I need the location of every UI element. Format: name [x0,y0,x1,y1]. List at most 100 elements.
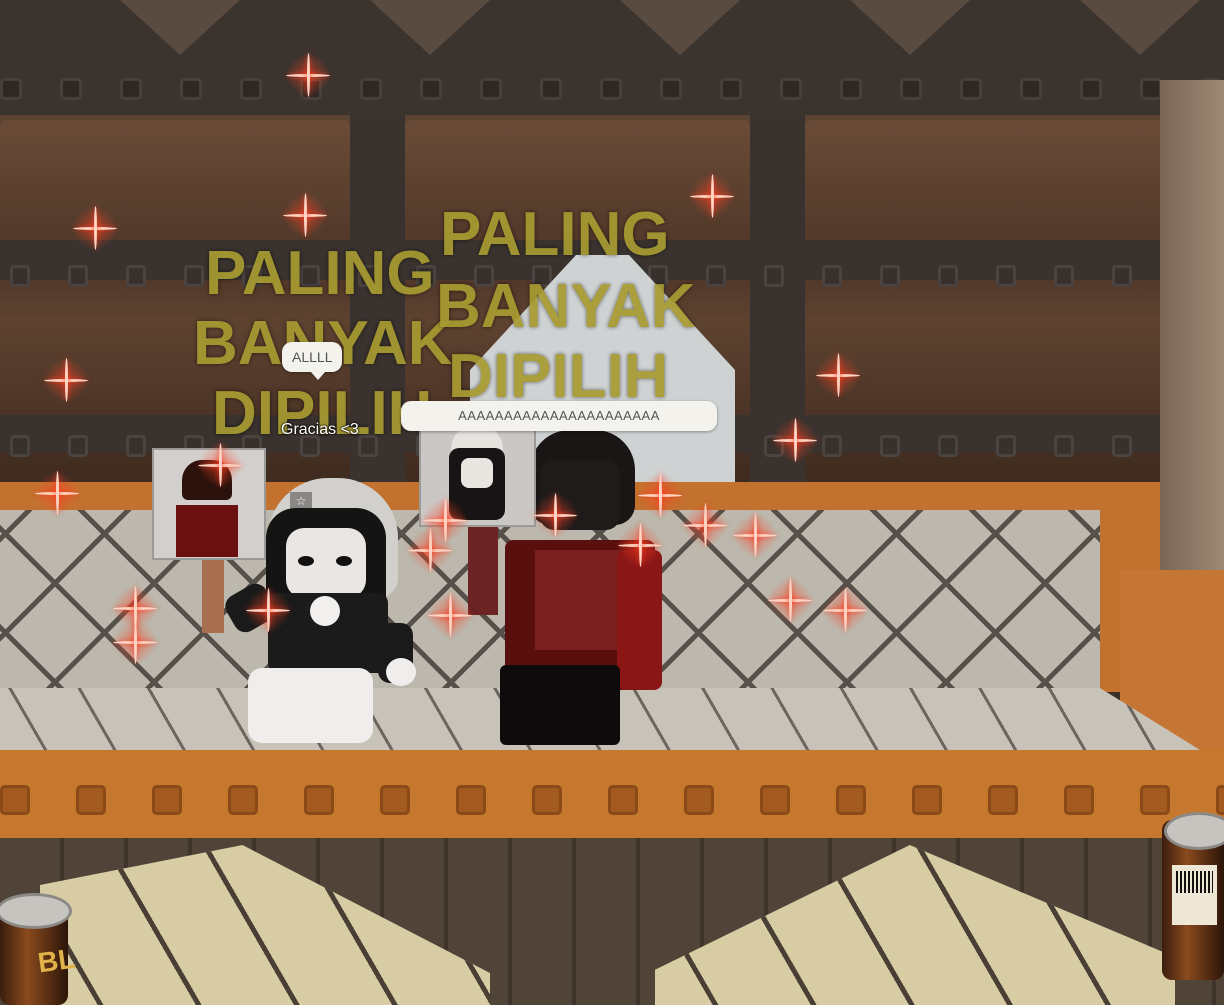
ceiling-stud [120,78,142,100]
billboard-right-line1: PALING [440,200,670,269]
sofa-hole [760,785,790,815]
sofa-hole [304,785,334,815]
wall-stud [68,265,88,287]
ceiling-stud [840,78,862,100]
sofa-hole [152,785,182,815]
ceiling-stud [360,78,382,100]
sparkle-icon [638,473,682,517]
wall-stud [764,265,784,287]
wall-stud [184,265,204,287]
ceiling-stud [0,78,22,100]
face [286,528,366,598]
wall-stud [706,265,726,287]
sparkle-icon [733,513,777,557]
chat-bubble-tail [311,372,325,380]
wall-stud [996,435,1016,457]
game-viewport[interactable]: PALING BANYAK DIPILIH PALING BANYAK DIPI… [0,0,1224,1005]
wall-stud [938,435,958,457]
eye-left [298,556,314,566]
wall-stud [822,435,842,457]
sofa-hole [1216,785,1224,815]
wall-stud [126,265,146,287]
sofa-hole [456,785,486,815]
chat-bubble-right-text: AAAAAAAAAAAAAAAAAAAAAA [458,408,660,423]
wall-stud [880,265,900,287]
ceiling-stud [60,78,82,100]
ceiling-stud [240,78,262,100]
ceiling-stud [1080,78,1102,100]
sparkle-icon [823,588,867,632]
ceiling-stud [540,78,562,100]
ceiling-pyramid [370,0,490,55]
ceiling-stud [480,78,502,100]
sparkle-icon [246,588,290,632]
collar [310,596,340,626]
ceiling-stud [600,78,622,100]
wall-stud [996,265,1016,287]
can-label: BL [35,942,78,979]
barcode-icon [1176,871,1213,893]
sparkle-icon [35,471,79,515]
sparkle-icon [283,193,327,237]
sparkle-icon [198,443,242,487]
wall-stud [880,435,900,457]
sofa-hole [1064,785,1094,815]
wall-stud [68,435,88,457]
sparkle-icon [768,578,812,622]
sofa-hole [1140,785,1170,815]
billboard-left-line1: PALING [205,239,435,308]
wall-stud [10,265,30,287]
ceiling-stud [420,78,442,100]
billboard-right-line3: DIPILIH [448,342,669,411]
ceiling-stud [1020,78,1042,100]
sofa-hole [532,785,562,815]
chat-bubble-left-text: ALLLL [292,349,333,365]
sofa-hole [988,785,1018,815]
chat-bubble-left: ALLLL [282,342,343,372]
sofa-hole [228,785,258,815]
sparkle-icon [618,523,662,567]
sofa-hole [684,785,714,815]
rock-wall [1160,80,1224,580]
wall-stud [1054,435,1074,457]
player-name-tag: Gracias <3 [281,421,359,438]
sparkle-icon [690,174,734,218]
sparkle-icon [773,418,817,462]
can-lid [1164,812,1224,850]
arm-right [617,550,662,690]
ceiling-pyramid [850,0,970,55]
wall-stud [126,435,146,457]
ceiling-pyramid [120,0,240,55]
sparkle-icon [428,593,472,637]
ceiling-stud [720,78,742,100]
sparkle-icon [533,493,577,537]
sofa-hole [0,785,30,815]
wall-stud [10,435,30,457]
sparkle-icon [816,353,860,397]
hoodie-print [535,550,625,650]
ceiling-stud [900,78,922,100]
wall-stud [1054,265,1074,287]
ceiling [0,0,1224,115]
sofa-hole [912,785,942,815]
sofa-hole [608,785,638,815]
sofa-hole [76,785,106,815]
barcode-label [1172,865,1217,925]
wall-stud [938,265,958,287]
ceiling-stud [1140,78,1162,100]
sparkle-icon [286,53,330,97]
sign-handle [202,555,224,633]
headshot-shirt [176,505,238,557]
eye-right [336,556,352,566]
sparkle-icon [73,206,117,250]
sparkle-icon [683,503,727,547]
sign-handle [468,525,498,615]
pants [500,665,620,745]
sofa-hole [380,785,410,815]
ceiling-stud [960,78,982,100]
ceiling-stud [660,78,682,100]
sofa-hole [836,785,866,815]
ceiling-stud [780,78,802,100]
legs [248,668,373,743]
headshot-face [461,458,493,488]
